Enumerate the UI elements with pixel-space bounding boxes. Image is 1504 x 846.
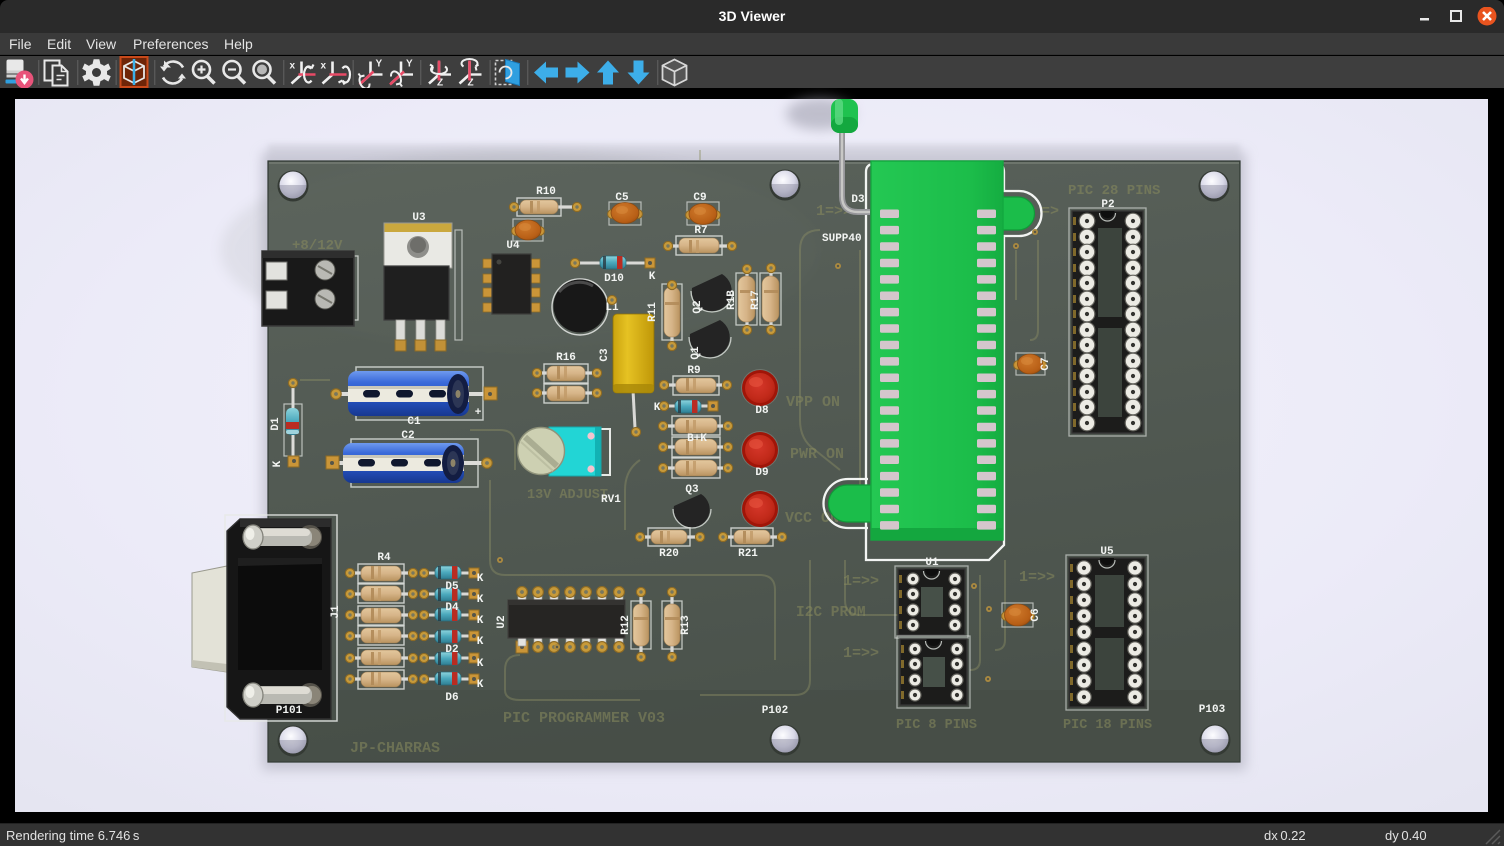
svg-text:1=>>: 1=>> bbox=[843, 645, 879, 662]
svg-text:U1: U1 bbox=[925, 557, 939, 569]
svg-text:I2C PROM: I2C PROM bbox=[796, 605, 866, 621]
svg-text:J1: J1 bbox=[330, 605, 342, 619]
svg-text:x: x bbox=[321, 61, 327, 72]
svg-text:U2: U2 bbox=[496, 615, 508, 628]
svg-text:PIC 8 PINS: PIC 8 PINS bbox=[896, 718, 977, 733]
svg-text:D4: D4 bbox=[445, 602, 459, 614]
svg-text:K: K bbox=[272, 460, 284, 467]
svg-text:D5: D5 bbox=[445, 581, 459, 593]
svg-text:C9: C9 bbox=[693, 192, 706, 204]
svg-text:=>: => bbox=[1041, 203, 1059, 220]
svg-text:x: x bbox=[290, 61, 296, 72]
svg-text:R13: R13 bbox=[680, 615, 692, 635]
svg-text:D2: D2 bbox=[445, 644, 458, 656]
svg-text:U5: U5 bbox=[1100, 546, 1114, 558]
svg-text:C1: C1 bbox=[407, 416, 421, 428]
svg-text:PIC PROGRAMMER V03: PIC PROGRAMMER V03 bbox=[503, 710, 665, 727]
svg-text:P102: P102 bbox=[762, 705, 788, 717]
svg-text:VPP ON: VPP ON bbox=[786, 394, 840, 411]
svg-text:PIC 28 PINS: PIC 28 PINS bbox=[1068, 183, 1160, 199]
svg-text:D10: D10 bbox=[604, 273, 624, 285]
svg-text:C5: C5 bbox=[615, 192, 629, 204]
svg-text:Q2: Q2 bbox=[692, 300, 704, 313]
svg-text:R10: R10 bbox=[536, 186, 556, 198]
svg-text:B+K: B+K bbox=[687, 433, 707, 445]
svg-text:R1B: R1B bbox=[726, 290, 738, 310]
svg-text:C3: C3 bbox=[599, 348, 611, 362]
svg-text:K: K bbox=[477, 615, 484, 627]
svg-text:R11: R11 bbox=[647, 302, 659, 322]
svg-text:R17: R17 bbox=[750, 290, 762, 310]
svg-text:PWR ON: PWR ON bbox=[790, 446, 844, 463]
svg-text:R7: R7 bbox=[694, 225, 707, 237]
svg-text:P101: P101 bbox=[276, 705, 303, 717]
svg-text:Q1: Q1 bbox=[690, 346, 702, 360]
svg-text:R4: R4 bbox=[377, 552, 391, 564]
svg-text:D3: D3 bbox=[851, 194, 865, 206]
svg-text:1=>>: 1=>> bbox=[1019, 569, 1055, 586]
svg-text:RV1: RV1 bbox=[601, 494, 621, 506]
svg-text:P103: P103 bbox=[1199, 704, 1226, 716]
svg-text:Y: Y bbox=[376, 59, 383, 70]
svg-text:U4: U4 bbox=[506, 240, 520, 252]
svg-text:Y: Y bbox=[406, 59, 413, 70]
svg-text:K: K bbox=[477, 573, 484, 585]
svg-text:K: K bbox=[477, 658, 484, 670]
svg-text:D6: D6 bbox=[445, 692, 458, 704]
svg-text:D8: D8 bbox=[755, 405, 769, 417]
svg-text:C2: C2 bbox=[401, 430, 414, 442]
svg-text:R20: R20 bbox=[659, 548, 679, 560]
svg-text:+: + bbox=[475, 407, 482, 419]
svg-text:13V ADJUST: 13V ADJUST bbox=[527, 488, 608, 503]
svg-text:K: K bbox=[477, 679, 484, 691]
svg-text:K: K bbox=[654, 402, 661, 414]
svg-text:R9: R9 bbox=[687, 365, 700, 377]
svg-text:PIC 18 PINS: PIC 18 PINS bbox=[1063, 718, 1152, 733]
svg-text:Q3: Q3 bbox=[685, 484, 699, 496]
svg-text:C7: C7 bbox=[1040, 357, 1052, 370]
svg-text:K: K bbox=[477, 636, 484, 648]
svg-text:R12: R12 bbox=[620, 615, 632, 635]
svg-text:K: K bbox=[477, 594, 484, 606]
svg-text:1=>>: 1=>> bbox=[843, 573, 879, 590]
svg-text:D1: D1 bbox=[270, 417, 282, 431]
svg-text:D9: D9 bbox=[755, 467, 768, 479]
svg-text:R21: R21 bbox=[738, 548, 758, 560]
svg-text:JP-CHARRAS: JP-CHARRAS bbox=[350, 740, 440, 757]
svg-text:P2: P2 bbox=[1101, 199, 1114, 211]
svg-text:SUPP40: SUPP40 bbox=[822, 233, 862, 245]
svg-text:C6: C6 bbox=[1030, 608, 1042, 621]
svg-text:K: K bbox=[649, 271, 656, 283]
svg-text:R16: R16 bbox=[556, 352, 576, 364]
svg-text:U3: U3 bbox=[412, 212, 426, 224]
